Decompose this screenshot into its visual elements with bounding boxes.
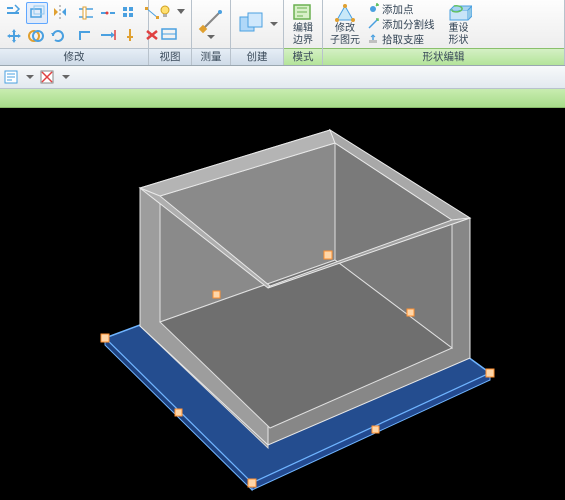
move-icon[interactable] — [4, 26, 24, 46]
point-icon — [367, 3, 379, 15]
corner-trim-icon[interactable] — [76, 25, 96, 45]
offset-icon[interactable] — [26, 2, 48, 24]
split-icon[interactable] — [98, 3, 118, 23]
edit-boundary-l2: 边界 — [293, 35, 313, 46]
reset-shape-button[interactable]: 重设 形状 — [441, 2, 477, 46]
measure-button[interactable] — [196, 2, 226, 46]
mirror-icon[interactable] — [50, 2, 70, 22]
panel-view: 视图 — [149, 0, 192, 65]
modify-subelements-button[interactable]: 修改 子图元 — [327, 2, 363, 46]
panel-label-measure: 测量 — [192, 48, 230, 65]
ribbon: 修改 视图 测量 — [0, 0, 565, 66]
bulb-icon[interactable] — [155, 2, 175, 22]
panel-modify: 修改 — [0, 0, 149, 65]
split-line-icon — [367, 18, 379, 30]
align-icon[interactable] — [4, 2, 24, 22]
panel-label-mode: 模式 — [284, 48, 322, 65]
add-split-line-button[interactable]: 添加分割线 — [367, 17, 435, 31]
pin-icon[interactable] — [120, 25, 140, 45]
dropdown-icon[interactable] — [269, 14, 279, 34]
panel-create: 创建 — [231, 0, 284, 65]
section-box-icon[interactable] — [160, 24, 180, 44]
rotate-icon[interactable] — [48, 26, 68, 46]
reset-shape-l1: 重设 — [449, 23, 469, 34]
dropdown-icon[interactable] — [26, 71, 34, 83]
panel-label-shape-edit: 形状编辑 — [323, 48, 564, 65]
pick-support-icon — [367, 33, 379, 45]
panel-label-modify: 修改 — [0, 48, 148, 65]
copy-icon[interactable] — [26, 26, 46, 46]
pick-supports-button[interactable]: 拾取支座 — [367, 32, 435, 46]
panel-shape-edit: 修改 子图元 添加点 添加分割线 拾取支座 重设 — [323, 0, 565, 65]
viewport-3d[interactable] — [0, 108, 565, 500]
secondary-toolbar — [0, 66, 565, 89]
panel-label-create: 创建 — [231, 48, 283, 65]
filter-off-icon[interactable] — [38, 67, 58, 87]
reset-shape-l2: 形状 — [449, 35, 469, 46]
add-split-line-label: 添加分割线 — [382, 17, 435, 32]
dropdown-icon[interactable] — [62, 71, 70, 83]
edit-boundary-button[interactable]: 编辑 边界 — [288, 2, 318, 46]
edit-mode-strip — [0, 89, 565, 108]
model-view — [0, 108, 565, 500]
modify-sub-l2: 子图元 — [330, 35, 360, 46]
pick-supports-label: 拾取支座 — [382, 32, 424, 47]
edit-boundary-l1: 编辑 — [293, 23, 313, 34]
trim-icon[interactable] — [76, 3, 96, 23]
properties-icon[interactable] — [2, 67, 22, 87]
dropdown-icon[interactable] — [177, 2, 185, 22]
array-icon[interactable] — [120, 3, 140, 23]
extend-icon[interactable] — [98, 25, 118, 45]
add-point-button[interactable]: 添加点 — [367, 2, 435, 16]
create-button[interactable] — [235, 2, 267, 46]
add-point-label: 添加点 — [382, 2, 414, 17]
panel-label-view: 视图 — [149, 48, 191, 65]
modify-sub-l1: 修改 — [335, 23, 355, 34]
panel-measure: 测量 — [192, 0, 231, 65]
panel-mode: 编辑 边界 模式 — [284, 0, 323, 65]
